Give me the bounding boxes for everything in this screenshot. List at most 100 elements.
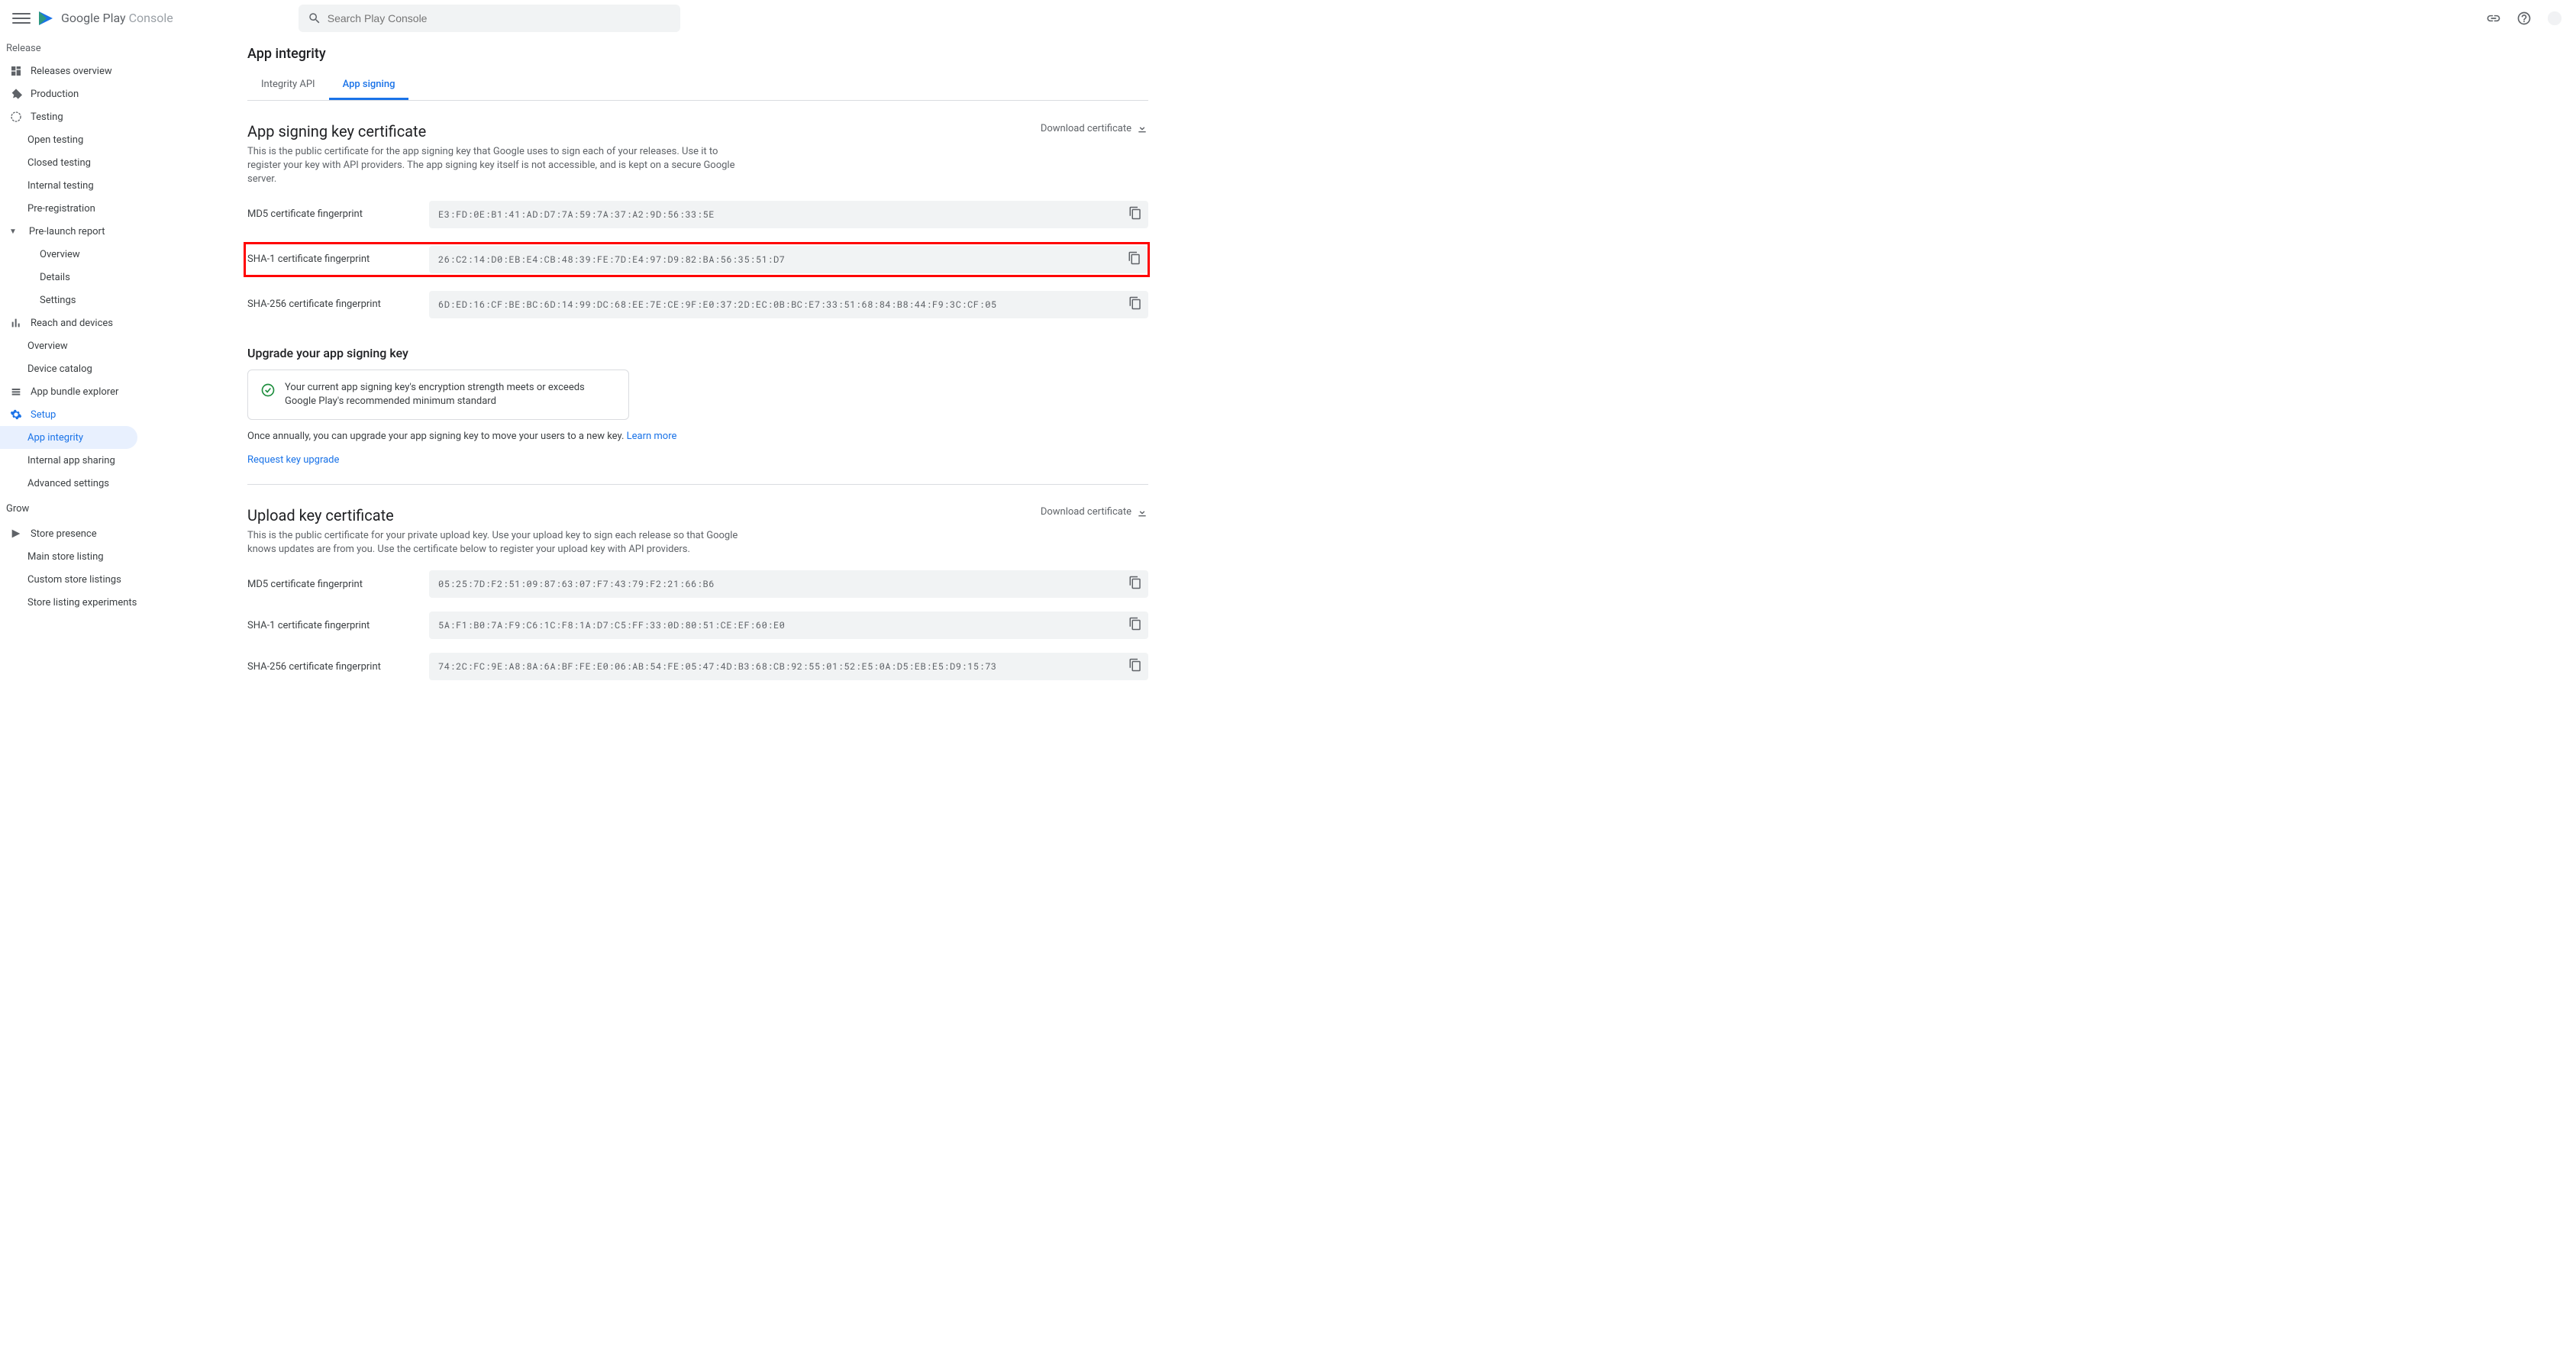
sidebar-section-grow: Grow (0, 495, 144, 522)
copy-button[interactable] (1128, 576, 1142, 592)
search-input[interactable] (328, 12, 671, 24)
sha1-label: SHA-1 certificate fingerprint (247, 253, 429, 265)
sidebar-item-pl-details[interactable]: Details (0, 266, 144, 289)
rocket-icon (9, 87, 23, 101)
tabs: Integrity API App signing (247, 71, 1148, 101)
gear-icon (9, 408, 23, 421)
testing-icon (9, 110, 23, 124)
sidebar-item-releases-overview[interactable]: Releases overview (0, 60, 144, 82)
upload-sha1-value-box: 5A:F1:B0:7A:F9:C6:1C:F8:1A:D7:C5:FF:33:0… (429, 612, 1148, 639)
sidebar-item-pl-settings[interactable]: Settings (0, 289, 144, 311)
upgrade-annual-text: Once annually, you can upgrade your app … (247, 431, 1148, 442)
sidebar-item-internal-testing[interactable]: Internal testing (0, 174, 144, 197)
sidebar-item-internal-sharing[interactable]: Internal app sharing (0, 449, 144, 472)
upload-sha1-value: 5A:F1:B0:7A:F9:C6:1C:F8:1A:D7:C5:FF:33:0… (438, 619, 785, 631)
logo-text: Google Play Console (61, 11, 173, 25)
tab-app-signing[interactable]: App signing (329, 71, 409, 100)
menu-button[interactable] (12, 9, 31, 27)
upload-md5-label: MD5 certificate fingerprint (247, 579, 429, 590)
chart-icon (9, 316, 23, 330)
sidebar-item-experiments[interactable]: Store listing experiments (0, 591, 144, 614)
request-key-upgrade[interactable]: Request key upgrade (247, 454, 339, 466)
upload-cert-title: Upload key certificate (247, 506, 1148, 524)
sidebar-item-app-bundle[interactable]: App bundle explorer (0, 380, 144, 403)
search-icon (308, 11, 321, 25)
upload-sha256-value-box: 74:2C:FC:9E:A8:8A:6A:BF:FE:E0:06:AB:54:F… (429, 653, 1148, 680)
upload-cert-section: Download certificate Upload key certific… (247, 506, 1148, 680)
sha256-row: SHA-256 certificate fingerprint 6D:ED:16… (247, 291, 1148, 318)
sidebar-item-store-presence[interactable]: Store presence (0, 522, 144, 545)
sidebar-item-custom-listings[interactable]: Custom store listings (0, 568, 144, 591)
sha1-value-box: 26:C2:14:D0:EB:E4:CB:48:39:FE:7D:E4:97:D… (429, 246, 1148, 273)
divider (247, 484, 1148, 485)
download-icon (1136, 122, 1148, 134)
download-icon (1136, 506, 1148, 518)
upload-md5-value-box: 05:25:7D:F2:51:09:87:63:07:F7:43:79:F2:2… (429, 570, 1148, 598)
download-signing-cert[interactable]: Download certificate (1041, 122, 1148, 134)
upload-sha1-label: SHA-1 certificate fingerprint (247, 620, 429, 631)
sidebar-item-reach-devices[interactable]: Reach and devices (0, 311, 144, 334)
upload-sha256-value: 74:2C:FC:9E:A8:8A:6A:BF:FE:E0:06:AB:54:F… (438, 660, 997, 673)
sidebar-item-open-testing[interactable]: Open testing (0, 128, 144, 151)
sha256-value-box: 6D:ED:16:CF:BE:BC:6D:14:99:DC:68:EE:7E:C… (429, 291, 1148, 318)
signing-cert-title: App signing key certificate (247, 122, 1148, 140)
copy-button[interactable] (1128, 617, 1142, 634)
dashboard-icon (9, 64, 23, 78)
copy-button[interactable] (1128, 251, 1141, 268)
play-console-icon (37, 9, 55, 27)
check-circle-icon (260, 382, 276, 398)
copy-button[interactable] (1128, 296, 1142, 313)
sidebar: Release Releases overview Production Tes… (0, 37, 144, 1362)
sidebar-item-advanced-settings[interactable]: Advanced settings (0, 472, 144, 495)
sidebar-item-pre-launch[interactable]: ▼Pre-launch report (0, 220, 144, 243)
upload-md5-value: 05:25:7D:F2:51:09:87:63:07:F7:43:79:F2:2… (438, 578, 715, 590)
upgrade-info-card: Your current app signing key's encryptio… (247, 370, 629, 420)
logo[interactable]: Google Play Console (37, 9, 173, 27)
md5-value: E3:FD:0E:B1:41:AD:D7:7A:59:7A:37:A2:9D:5… (438, 208, 715, 221)
chevron-down-icon: ▼ (9, 228, 17, 236)
sidebar-item-production[interactable]: Production (0, 82, 144, 105)
sidebar-item-testing[interactable]: Testing (0, 105, 144, 128)
sidebar-item-rd-overview[interactable]: Overview (0, 334, 144, 357)
sha1-row-highlighted: SHA-1 certificate fingerprint 26:C2:14:D… (244, 242, 1150, 277)
upload-sha256-row: SHA-256 certificate fingerprint 74:2C:FC… (247, 653, 1148, 680)
sidebar-item-app-integrity[interactable]: App integrity (0, 426, 137, 449)
sidebar-item-closed-testing[interactable]: Closed testing (0, 151, 144, 174)
sidebar-item-setup[interactable]: Setup (0, 403, 144, 426)
store-icon (9, 527, 23, 541)
top-actions (2484, 9, 2564, 27)
upload-md5-row: MD5 certificate fingerprint 05:25:7D:F2:… (247, 570, 1148, 598)
sidebar-item-pre-registration[interactable]: Pre-registration (0, 197, 144, 220)
learn-more-link[interactable]: Learn more (627, 431, 677, 442)
sidebar-item-device-catalog[interactable]: Device catalog (0, 357, 144, 380)
upgrade-section: Upgrade your app signing key Your curren… (247, 346, 1148, 466)
sha256-value: 6D:ED:16:CF:BE:BC:6D:14:99:DC:68:EE:7E:C… (438, 299, 997, 311)
upload-sha256-label: SHA-256 certificate fingerprint (247, 661, 429, 673)
upgrade-title: Upgrade your app signing key (247, 346, 1148, 360)
signing-cert-section: Download certificate App signing key cer… (247, 122, 1148, 318)
md5-value-box: E3:FD:0E:B1:41:AD:D7:7A:59:7A:37:A2:9D:5… (429, 201, 1148, 228)
page-title: App integrity (247, 37, 1148, 62)
copy-button[interactable] (1128, 658, 1142, 675)
search-box[interactable] (299, 5, 680, 32)
download-upload-cert[interactable]: Download certificate (1041, 506, 1148, 518)
sha256-label: SHA-256 certificate fingerprint (247, 299, 429, 310)
upload-sha1-row: SHA-1 certificate fingerprint 5A:F1:B0:7… (247, 612, 1148, 639)
link-icon[interactable] (2484, 9, 2503, 27)
sidebar-item-pl-overview[interactable]: Overview (0, 243, 144, 266)
account-icon[interactable] (2545, 9, 2564, 27)
tab-integrity-api[interactable]: Integrity API (247, 71, 329, 100)
bundle-icon (9, 385, 23, 399)
sidebar-section-release: Release (0, 37, 144, 60)
help-icon[interactable] (2515, 9, 2533, 27)
main-content: App integrity Integrity API App signing … (144, 37, 2576, 1362)
copy-button[interactable] (1128, 206, 1142, 223)
md5-row: MD5 certificate fingerprint E3:FD:0E:B1:… (247, 201, 1148, 228)
sidebar-item-main-listing[interactable]: Main store listing (0, 545, 144, 568)
upgrade-info-text: Your current app signing key's encryptio… (285, 381, 616, 408)
top-bar: Google Play Console (0, 0, 2576, 37)
upload-cert-desc: This is the public certificate for your … (247, 529, 751, 557)
sha1-value: 26:C2:14:D0:EB:E4:CB:48:39:FE:7D:E4:97:D… (438, 253, 785, 266)
md5-label: MD5 certificate fingerprint (247, 208, 429, 220)
signing-cert-desc: This is the public certificate for the a… (247, 145, 751, 187)
